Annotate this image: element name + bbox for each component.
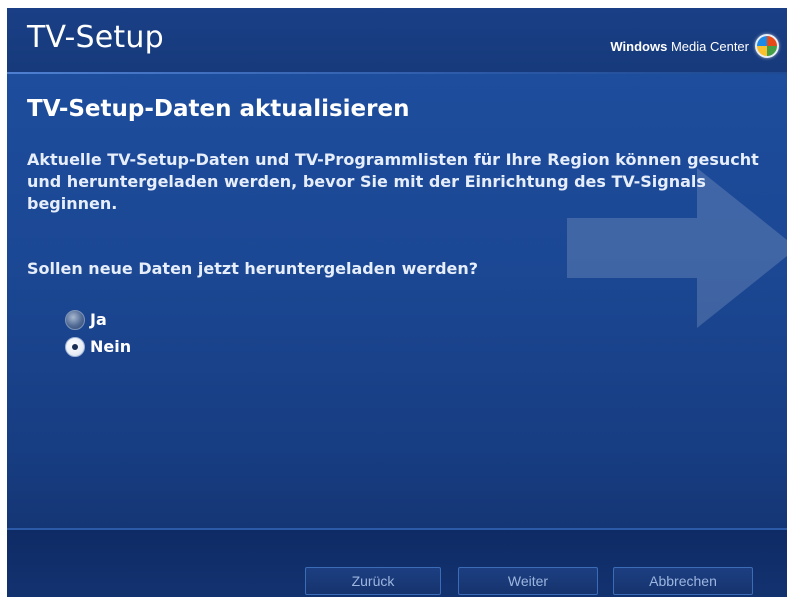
windows-media-center-logo-icon[interactable] — [755, 34, 779, 58]
option-ja[interactable]: Ja — [65, 306, 131, 333]
brand-rest: Media Center — [670, 38, 749, 54]
back-button[interactable]: Zurück — [305, 567, 441, 595]
next-button[interactable]: Weiter — [458, 567, 598, 595]
brand-text: Windows Media Center — [610, 39, 749, 54]
media-center-window: TV-Setup Windows Media Center TV-Setup-D… — [7, 8, 787, 597]
brand-area: Windows Media Center — [610, 34, 779, 58]
option-label-nein: Nein — [90, 337, 132, 356]
option-label-ja: Ja — [90, 310, 107, 329]
page-heading: TV-Setup-Daten aktualisieren — [27, 96, 410, 122]
app-title: TV-Setup — [27, 20, 164, 55]
brand-bold: Windows — [610, 38, 668, 54]
radio-checked-icon[interactable] — [65, 336, 85, 357]
cancel-button[interactable]: Abbrechen — [613, 567, 753, 595]
radio-unchecked-icon[interactable] — [65, 309, 85, 330]
title-separator — [7, 72, 787, 74]
description-text: Aktuelle TV-Setup-Daten und TV-Programml… — [27, 150, 759, 213]
option-nein[interactable]: Nein — [65, 333, 131, 360]
question-text: Sollen neue Daten jetzt heruntergeladen … — [27, 259, 479, 278]
download-options: Ja Nein — [65, 306, 131, 360]
title-bar: TV-Setup Windows Media Center — [7, 8, 787, 72]
